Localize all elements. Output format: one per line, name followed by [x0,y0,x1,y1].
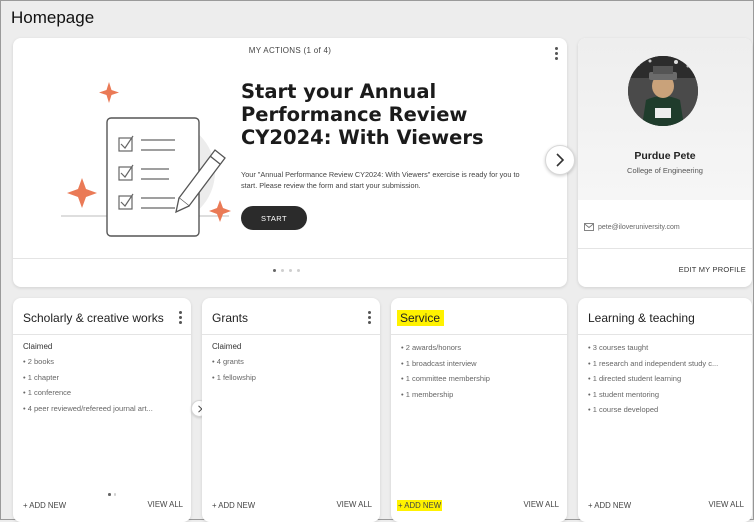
card-title[interactable]: Learning & teaching [588,311,695,325]
item-list: 3 courses taught 1 research and independ… [588,340,744,418]
action-headline: Start your Annual Performance Review CY2… [241,80,484,149]
claimed-label: Claimed [212,342,242,351]
card-divider [391,334,567,335]
card-divider [13,334,191,335]
checklist-illustration [61,82,231,237]
carousel-dot[interactable] [289,269,292,272]
card-body: Claimed 2 books 1 chapter 1 conference 4… [23,342,183,416]
list-item[interactable]: 1 directed student learning [588,371,744,387]
list-item[interactable]: 4 grants [212,354,372,370]
item-list: 2 awards/honors 1 broadcast interview 1 … [401,340,559,402]
list-item[interactable]: 4 peer reviewed/refereed journal art... [23,401,175,417]
chevron-right-icon [556,153,565,167]
profile-divider [578,248,752,249]
list-item[interactable]: 1 research and independent study c... [588,356,740,372]
my-actions-card: MY ACTIONS (1 of 4) Start your Annual Pe… [13,38,575,287]
carousel-dot[interactable] [281,269,284,272]
avatar[interactable] [628,56,698,126]
list-item[interactable]: 1 broadcast interview [401,356,559,372]
view-all-link[interactable]: VIEW ALL [147,500,183,509]
card-title-text: Service [397,310,445,326]
card-title[interactable]: Service [397,310,445,326]
grants-card: Grants Claimed 4 grants 1 fellowship + A… [202,298,380,522]
carousel-next-button[interactable] [545,145,575,175]
card-title[interactable]: Scholarly & creative works [23,311,164,325]
card-page-dots [108,493,116,496]
list-item[interactable]: 1 conference [23,385,183,401]
action-description: Your "Annual Performance Review CY2024: … [241,170,520,190]
card-page-dot[interactable] [113,493,116,496]
add-new-button[interactable]: + ADD NEW [22,500,67,511]
homepage-frame: Homepage MY ACTIONS (1 of 4) Start your … [0,0,754,522]
card-divider [578,334,752,335]
edit-profile-link[interactable]: EDIT MY PROFILE [679,265,746,274]
item-list: 2 books 1 chapter 1 conference 4 peer re… [23,354,183,416]
card-divider [202,334,380,335]
add-new-button[interactable]: + ADD NEW [397,500,443,511]
view-all-link[interactable]: VIEW ALL [336,500,372,509]
card-page-dot[interactable] [108,493,111,496]
list-item[interactable]: 1 course developed [588,402,744,418]
learning-teaching-card: Learning & teaching 3 courses taught 1 r… [578,298,752,522]
card-title[interactable]: Grants [212,311,248,325]
carousel-dot[interactable] [273,269,276,272]
profile-email[interactable]: pete@iloveruniversity.com [598,224,680,231]
actions-more-icon[interactable] [554,47,558,63]
list-item[interactable]: 1 student mentoring [588,387,744,403]
list-item[interactable]: 2 books [23,354,183,370]
card-body: 3 courses taught 1 research and independ… [588,340,744,418]
list-item[interactable]: 1 chapter [23,370,183,386]
card-body: Claimed 4 grants 1 fellowship [212,342,372,385]
list-item[interactable]: 1 membership [401,387,559,403]
item-list: 4 grants 1 fellowship [212,354,372,385]
scholarly-works-card: Scholarly & creative works Claimed 2 boo… [13,298,208,522]
card-body: 2 awards/honors 1 broadcast interview 1 … [401,340,559,402]
page-title: Homepage [11,8,95,27]
profile-email-row: pete@iloveruniversity.com [584,223,680,231]
card-more-icon[interactable] [178,311,182,327]
actions-header: MY ACTIONS (1 of 4) [248,46,332,55]
list-item[interactable]: 2 awards/honors [401,340,559,356]
profile-card: Purdue Pete College of Engineering pete@… [578,38,752,287]
card-more-icon[interactable] [367,311,371,327]
avatar-image [628,56,698,126]
carousel-dots [273,269,300,272]
add-new-button[interactable]: + ADD NEW [211,500,256,511]
profile-name: Purdue Pete [634,150,696,162]
claimed-label: Claimed [23,342,53,351]
list-item[interactable]: 3 courses taught [588,340,744,356]
view-all-link[interactable]: VIEW ALL [523,500,559,509]
view-all-link[interactable]: VIEW ALL [708,500,744,509]
carousel-divider [13,258,567,259]
list-item[interactable]: 1 committee membership [401,371,559,387]
mail-icon [584,223,594,231]
add-new-button[interactable]: + ADD NEW [587,500,632,511]
carousel-dot[interactable] [297,269,300,272]
service-card: Service 2 awards/honors 1 broadcast inte… [391,298,567,522]
list-item[interactable]: 1 fellowship [212,370,372,386]
profile-college: College of Engineering [627,166,703,175]
start-button[interactable]: START [241,206,307,230]
